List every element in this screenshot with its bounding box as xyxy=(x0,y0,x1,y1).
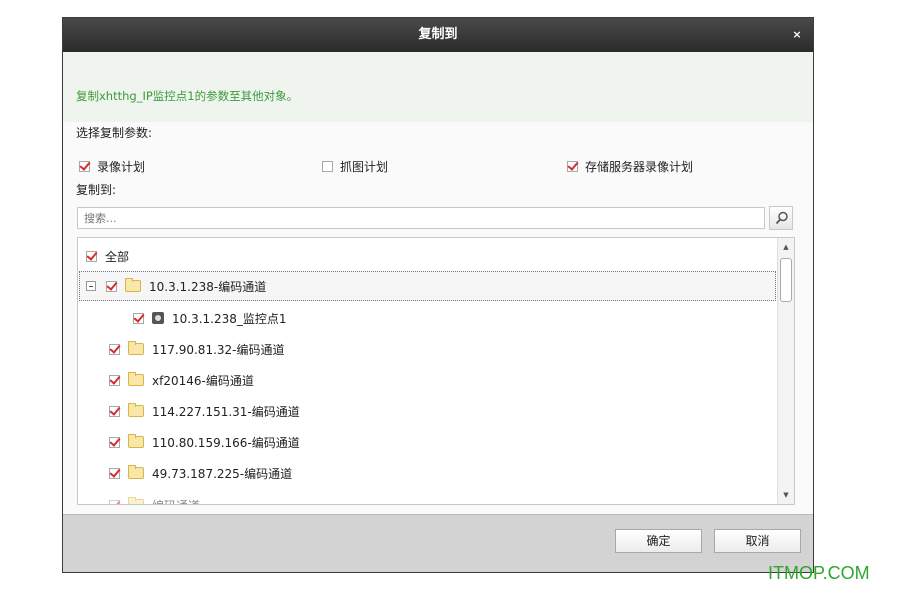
params-heading: 选择复制参数: xyxy=(76,126,153,140)
storage-record-schedule-checkbox[interactable] xyxy=(567,161,578,172)
tree-checkbox[interactable] xyxy=(109,405,120,417)
target-tree: 全部 10.3.1.238-编码通道 10.3.1.238_监控点1 117.9… xyxy=(77,237,795,505)
param-record-schedule[interactable]: 录像计划 xyxy=(79,158,145,175)
tree-row[interactable]: 10.3.1.238_监控点1 xyxy=(133,303,287,333)
tree-row-all[interactable]: 全部 xyxy=(86,241,129,271)
tree-checkbox[interactable] xyxy=(106,280,117,292)
search-input[interactable] xyxy=(77,207,765,229)
search-button[interactable] xyxy=(769,206,793,230)
folder-icon xyxy=(125,278,141,292)
tree-row[interactable]: 49.73.187.225-编码通道 xyxy=(109,458,292,488)
tree-label: 编码通道 xyxy=(152,497,200,505)
scroll-thumb[interactable] xyxy=(780,258,792,302)
tree-label: 114.227.151.31-编码通道 xyxy=(152,404,300,419)
tree-row[interactable]: 117.90.81.32-编码通道 xyxy=(109,334,285,364)
camera-icon xyxy=(152,312,164,324)
tree-checkbox[interactable] xyxy=(109,467,120,479)
tree-label: 49.73.187.225-编码通道 xyxy=(152,466,293,481)
folder-icon xyxy=(128,497,144,504)
tree-label: 110.80.159.166-编码通道 xyxy=(152,435,300,450)
scroll-down-icon[interactable]: ▼ xyxy=(778,488,794,502)
tree-scrollbar[interactable]: ▲ ▼ xyxy=(777,238,794,504)
dialog-title: 复制到 xyxy=(418,27,458,42)
folder-icon xyxy=(128,403,144,417)
copy-to-dialog: 复制到 × 复制xhtthg_IP监控点1的参数至其他对象。 选择复制参数: 录… xyxy=(62,17,814,573)
capture-schedule-label: 抓图计划 xyxy=(340,160,389,174)
tree-row[interactable]: 110.80.159.166-编码通道 xyxy=(109,427,300,457)
tree-checkbox[interactable] xyxy=(133,312,144,324)
dialog-footer: 确定 取消 xyxy=(63,514,813,572)
tree-checkbox[interactable] xyxy=(109,436,120,448)
tree-row[interactable]: 10.3.1.238-编码通道 xyxy=(79,271,776,301)
site-watermark: ITMOP.COM xyxy=(768,563,870,583)
tree-row[interactable]: 编码通道 xyxy=(109,490,200,505)
folder-icon xyxy=(128,434,144,448)
all-checkbox[interactable] xyxy=(86,250,97,262)
ok-button[interactable]: 确定 xyxy=(615,529,702,553)
collapse-icon[interactable] xyxy=(86,281,96,291)
cancel-button[interactable]: 取消 xyxy=(714,529,801,553)
tree-label: 10.3.1.238-编码通道 xyxy=(149,279,267,294)
copy-to-heading: 复制到: xyxy=(76,183,117,197)
tree-row[interactable]: 114.227.151.31-编码通道 xyxy=(109,396,300,426)
record-schedule-label: 录像计划 xyxy=(97,160,146,174)
tree-label: xf20146-编码通道 xyxy=(152,373,254,388)
storage-record-schedule-label: 存储服务器录像计划 xyxy=(585,160,694,174)
info-text: 复制xhtthg_IP监控点1的参数至其他对象。 xyxy=(76,89,299,103)
param-storage-record-schedule[interactable]: 存储服务器录像计划 xyxy=(567,158,693,175)
folder-icon xyxy=(128,372,144,386)
capture-schedule-checkbox[interactable] xyxy=(322,161,333,172)
folder-icon xyxy=(128,341,144,355)
tree-row[interactable]: xf20146-编码通道 xyxy=(109,365,254,395)
scroll-up-icon[interactable]: ▲ xyxy=(778,240,794,254)
tree-all-label: 全部 xyxy=(105,249,130,264)
tree-checkbox[interactable] xyxy=(109,343,120,355)
info-band: 复制xhtthg_IP监控点1的参数至其他对象。 xyxy=(63,52,813,122)
tree-checkbox[interactable] xyxy=(109,499,120,504)
dialog-titlebar: 复制到 × xyxy=(63,18,813,52)
folder-icon xyxy=(128,465,144,479)
param-capture-schedule[interactable]: 抓图计划 xyxy=(322,158,388,175)
search-icon xyxy=(775,211,788,225)
record-schedule-checkbox[interactable] xyxy=(79,161,90,172)
tree-checkbox[interactable] xyxy=(109,374,120,386)
close-icon[interactable]: × xyxy=(789,18,805,52)
tree-label: 117.90.81.32-编码通道 xyxy=(152,342,285,357)
tree-label: 10.3.1.238_监控点1 xyxy=(172,311,287,326)
